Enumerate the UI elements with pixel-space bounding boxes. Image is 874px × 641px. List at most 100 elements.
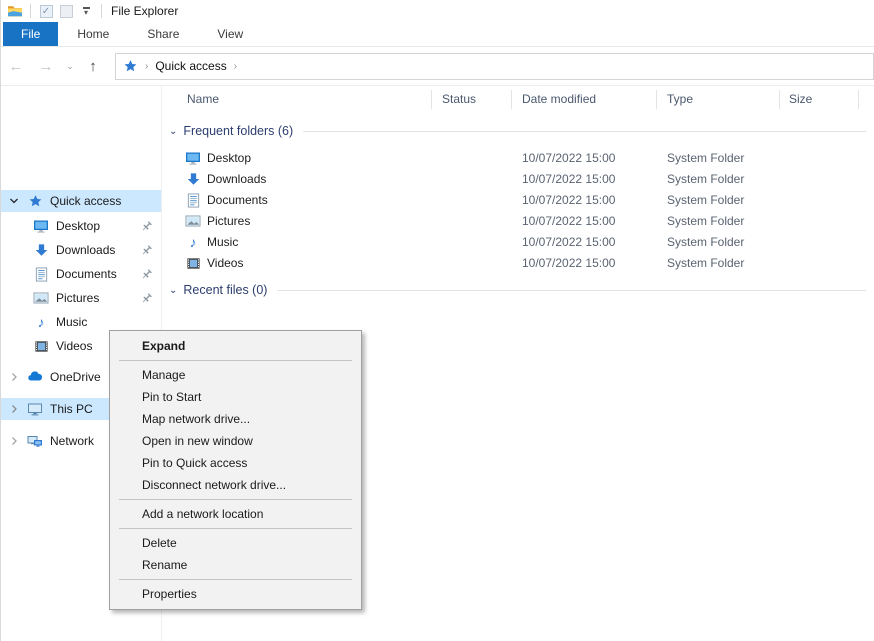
forward-icon[interactable]: → <box>31 58 61 75</box>
column-separator[interactable] <box>656 90 657 109</box>
group-divider-line <box>277 290 866 291</box>
file-row-pictures[interactable]: Pictures 10/07/2022 15:00 System Folder <box>162 211 874 232</box>
column-header-type[interactable]: Type <box>667 92 693 106</box>
chevron-down-icon[interactable] <box>9 196 19 206</box>
file-name: Music <box>207 235 238 249</box>
file-date-modified: 10/07/2022 15:00 <box>522 214 615 228</box>
properties-check-icon[interactable]: ✓ <box>38 3 54 19</box>
file-row-downloads[interactable]: Downloads 10/07/2022 15:00 System Folder <box>162 169 874 190</box>
title-bar: ✓ ▾ File Explorer <box>1 0 874 22</box>
menu-item-properties[interactable]: Properties <box>110 583 361 605</box>
menu-item-disconnect-network-drive[interactable]: Disconnect network drive... <box>110 474 361 496</box>
column-header-row: Name Status Date modified Type Size <box>162 86 874 113</box>
menu-item-manage[interactable]: Manage <box>110 364 361 386</box>
tab-share[interactable]: Share <box>128 22 198 46</box>
quick-access-star-icon <box>123 59 138 74</box>
menu-item-expand[interactable]: Expand <box>110 335 361 357</box>
onedrive-cloud-icon <box>27 369 43 385</box>
context-menu: Expand Manage Pin to Start Map network d… <box>109 330 362 610</box>
column-header-status[interactable]: Status <box>442 92 476 106</box>
file-name: Videos <box>207 256 243 270</box>
column-header-size[interactable]: Size <box>789 92 812 106</box>
sidebar-item-label: Documents <box>56 267 117 281</box>
chevron-right-icon[interactable] <box>9 404 19 414</box>
this-pc-icon <box>27 401 43 417</box>
file-name: Downloads <box>207 172 266 186</box>
explorer-folder-icon <box>7 3 23 19</box>
file-type: System Folder <box>667 214 744 228</box>
music-icon: ♪ <box>185 234 201 250</box>
sidebar-item-downloads[interactable]: Downloads <box>1 238 161 262</box>
file-date-modified: 10/07/2022 15:00 <box>522 172 615 186</box>
menu-item-pin-to-start[interactable]: Pin to Start <box>110 386 361 408</box>
sidebar-item-label: This PC <box>50 402 93 416</box>
group-divider-line <box>303 131 866 132</box>
desktop-icon <box>33 218 49 234</box>
file-date-modified: 10/07/2022 15:00 <box>522 235 615 249</box>
column-header-date-modified[interactable]: Date modified <box>522 92 596 106</box>
group-header-recent-files[interactable]: ⌄ Recent files (0) <box>162 279 866 301</box>
menu-item-map-network-drive[interactable]: Map network drive... <box>110 408 361 430</box>
group-header-frequent-folders[interactable]: ⌄ Frequent folders (6) <box>162 120 866 142</box>
file-type: System Folder <box>667 235 744 249</box>
quick-access-star-icon <box>27 193 43 209</box>
file-date-modified: 10/07/2022 15:00 <box>522 193 615 207</box>
menu-item-delete[interactable]: Delete <box>110 532 361 554</box>
menu-separator <box>119 528 352 529</box>
desktop-icon <box>185 150 201 166</box>
column-header-name[interactable]: Name <box>187 92 219 106</box>
back-icon[interactable]: ← <box>1 58 31 75</box>
menu-item-add-network-location[interactable]: Add a network location <box>110 503 361 525</box>
new-folder-icon[interactable] <box>58 3 74 19</box>
file-row-desktop[interactable]: Desktop 10/07/2022 15:00 System Folder <box>162 148 874 169</box>
videos-icon <box>33 338 49 354</box>
file-type: System Folder <box>667 256 744 270</box>
sidebar-item-pictures[interactable]: Pictures <box>1 286 161 310</box>
sidebar-item-label: Videos <box>56 339 92 353</box>
sidebar-item-label: Desktop <box>56 219 100 233</box>
tab-view[interactable]: View <box>198 22 262 46</box>
sidebar-item-label: Pictures <box>56 291 99 305</box>
file-row-videos[interactable]: Videos 10/07/2022 15:00 System Folder <box>162 253 874 274</box>
file-name: Desktop <box>207 151 251 165</box>
sidebar-item-desktop[interactable]: Desktop <box>1 214 161 238</box>
group-label[interactable]: Recent files (0) <box>183 283 267 297</box>
menu-separator <box>119 579 352 580</box>
file-row-documents[interactable]: Documents 10/07/2022 15:00 System Folder <box>162 190 874 211</box>
column-separator[interactable] <box>858 90 859 109</box>
chevron-right-icon[interactable] <box>9 372 19 382</box>
customize-toolbar-icon[interactable]: ▾ <box>78 3 94 19</box>
breadcrumb-chevron-icon[interactable]: › <box>234 61 237 72</box>
window-title: File Explorer <box>111 4 178 18</box>
toolbar-separator <box>30 4 31 18</box>
file-explorer-window: ✓ ▾ File Explorer File Home Share View ←… <box>0 0 874 641</box>
chevron-down-icon[interactable]: ⌄ <box>169 285 177 296</box>
column-separator[interactable] <box>431 90 432 109</box>
music-icon: ♪ <box>33 314 49 330</box>
address-bar[interactable]: › Quick access › <box>115 53 874 80</box>
up-icon[interactable]: ↑ <box>79 58 107 75</box>
breadcrumb-chevron-icon[interactable]: › <box>145 61 148 72</box>
tab-file[interactable]: File <box>3 22 58 46</box>
menu-item-pin-to-quick-access[interactable]: Pin to Quick access <box>110 452 361 474</box>
history-dropdown-icon[interactable]: ⌄ <box>61 61 79 72</box>
pin-icon <box>140 220 153 233</box>
menu-item-rename[interactable]: Rename <box>110 554 361 576</box>
file-type: System Folder <box>667 193 744 207</box>
pin-icon <box>140 244 153 257</box>
column-separator[interactable] <box>511 90 512 109</box>
pictures-icon <box>33 290 49 306</box>
pin-icon <box>140 268 153 281</box>
sidebar-item-documents[interactable]: Documents <box>1 262 161 286</box>
file-row-music[interactable]: ♪ Music 10/07/2022 15:00 System Folder <box>162 232 874 253</box>
group-label[interactable]: Frequent folders (6) <box>183 124 293 138</box>
file-type: System Folder <box>667 172 744 186</box>
documents-icon <box>185 192 201 208</box>
tab-home[interactable]: Home <box>58 22 128 46</box>
column-separator[interactable] <box>779 90 780 109</box>
breadcrumb-location[interactable]: Quick access <box>155 59 226 73</box>
chevron-down-icon[interactable]: ⌄ <box>169 126 177 137</box>
sidebar-item-quick-access[interactable]: Quick access <box>1 190 161 212</box>
menu-item-open-in-new-window[interactable]: Open in new window <box>110 430 361 452</box>
chevron-right-icon[interactable] <box>9 436 19 446</box>
